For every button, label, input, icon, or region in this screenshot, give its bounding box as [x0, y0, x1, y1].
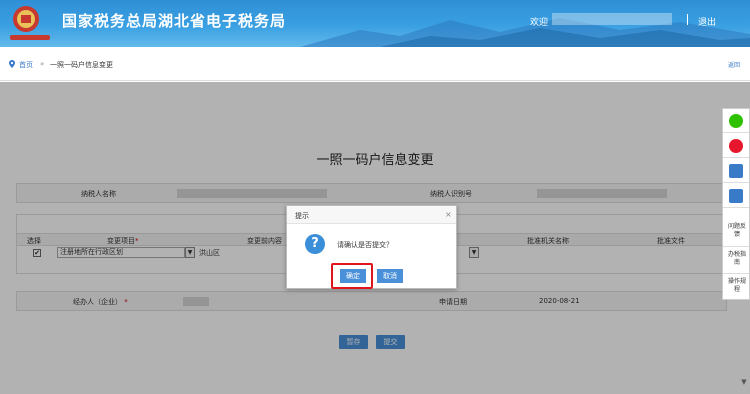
username-redacted: [552, 13, 672, 25]
manual-label: 操作规程: [727, 278, 746, 293]
side-item-guide[interactable]: 办税指南: [723, 247, 749, 274]
tax-emblem-logo: [10, 6, 50, 40]
site-title: 国家税务总局湖北省电子税务局: [62, 12, 287, 30]
side-item-print-2[interactable]: [723, 184, 749, 208]
side-item-wechat[interactable]: [723, 109, 749, 133]
dialog-header: 提示 ×: [287, 206, 456, 224]
feedback-label: 问题反馈: [727, 223, 746, 238]
breadcrumb: 首页 » 一照一码户信息变更 返回: [0, 47, 750, 81]
breadcrumb-home-link[interactable]: 首页: [19, 60, 33, 70]
wechat-icon: [729, 114, 743, 128]
breadcrumb-separator: »: [40, 60, 45, 68]
back-link[interactable]: 返回: [728, 60, 740, 69]
side-toolbar: 问题反馈 办税指南 操作规程: [722, 108, 750, 300]
dialog-title: 提示: [295, 212, 309, 220]
guide-label: 办税指南: [727, 251, 746, 266]
side-item-print[interactable]: [723, 159, 749, 183]
welcome-text: 欢迎: [530, 18, 549, 28]
close-icon[interactable]: ×: [445, 210, 452, 219]
confirm-dialog: 提示 × ? 请确认是否提交？ 确定 取消: [286, 205, 457, 289]
side-item-manual[interactable]: 操作规程: [723, 274, 749, 300]
printer-icon: [729, 164, 743, 178]
dialog-message: 请确认是否提交？: [337, 241, 393, 249]
location-pin-icon: [9, 60, 15, 68]
confirm-cancel-button[interactable]: 取消: [377, 269, 403, 283]
side-item-feedback[interactable]: 问题反馈: [723, 219, 749, 247]
printer-icon: [729, 189, 743, 203]
question-icon: ?: [305, 234, 325, 254]
side-item-weibo[interactable]: [723, 134, 749, 158]
confirm-ok-button[interactable]: 确定: [340, 269, 366, 283]
weibo-icon: [729, 139, 743, 153]
header-divider: [687, 14, 688, 25]
site-header: 国家税务总局湖北省电子税务局 欢迎 退出: [0, 0, 750, 47]
scroll-down-arrow[interactable]: ▼: [739, 378, 749, 388]
breadcrumb-current: 一照一码户信息变更: [50, 61, 113, 69]
logout-link[interactable]: 退出: [698, 15, 716, 28]
